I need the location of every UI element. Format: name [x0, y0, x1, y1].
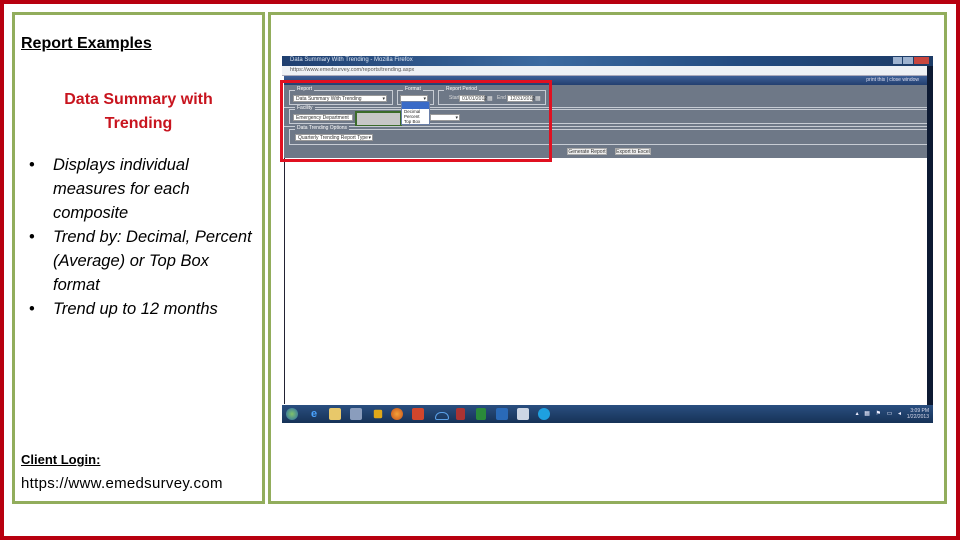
header-links[interactable]: print this | close window — [866, 77, 919, 83]
list-item-text: Trend up to 12 months — [53, 300, 218, 318]
window-controls — [893, 57, 929, 64]
system-clock[interactable]: 3:09 PM 1/22/2013 — [907, 408, 929, 420]
address-bar[interactable]: https://www.emedsurvey.com/reports/trend… — [282, 66, 927, 76]
internet-explorer-icon[interactable]: e — [308, 408, 320, 420]
access-icon[interactable] — [456, 408, 465, 420]
description-panel: Report Examples Data Summary with Trendi… — [12, 12, 265, 504]
report-viewport — [284, 158, 928, 404]
url-text: https://www.emedsurvey.com/reports/trend… — [290, 67, 415, 73]
window-frame — [927, 66, 933, 407]
close-button[interactable] — [913, 57, 929, 64]
outlook-icon[interactable] — [496, 408, 508, 420]
list-item-text: Trend by: Decimal, Percent (Average) or … — [53, 228, 252, 294]
onedrive-icon[interactable] — [435, 412, 449, 420]
list-item: • Trend by: Decimal, Percent (Average) or… — [25, 225, 260, 297]
notepad-icon[interactable] — [517, 408, 529, 420]
export-excel-button[interactable]: Export to Excel — [615, 148, 651, 155]
media-player-icon[interactable] — [373, 409, 383, 419]
generate-report-button[interactable]: Generate Report — [567, 148, 607, 155]
section-heading: Report Examples — [21, 35, 152, 52]
maximize-button[interactable] — [903, 57, 913, 64]
subtitle-line-1: Data Summary with — [64, 91, 213, 108]
client-login-link[interactable]: https://www.emedsurvey.com — [21, 475, 223, 492]
bullet-icon: • — [29, 228, 35, 246]
paint-icon[interactable] — [350, 408, 362, 420]
skype-icon[interactable] — [538, 408, 550, 420]
system-tray-icons[interactable]: ▴ ▦ ⚑ ▭ ◂ — [856, 410, 903, 417]
start-orb-icon[interactable] — [286, 408, 298, 420]
windows-taskbar: e ▴ ▦ ⚑ ▭ ◂ 3:09 PM 1/22/2013 — [282, 405, 933, 423]
window-title: Data Summary With Trending - Mozilla Fir… — [290, 57, 413, 63]
subtitle-line-2: Trending — [104, 115, 173, 132]
excel-icon[interactable] — [476, 408, 486, 420]
bullet-icon: • — [29, 300, 35, 318]
bullet-icon: • — [29, 156, 35, 174]
report-subtitle: Data Summary with Trending — [15, 88, 262, 136]
client-login-label: Client Login: — [21, 452, 101, 467]
powerpoint-icon[interactable] — [412, 408, 424, 420]
highlight-box — [280, 80, 552, 162]
feature-list: • Displays individual measures for each c… — [25, 153, 260, 321]
list-item: • Displays individual measures for each c… — [25, 153, 260, 225]
list-item: • Trend up to 12 months — [25, 297, 260, 321]
minimize-button[interactable] — [893, 57, 903, 64]
list-item-text: Displays individual measures for each co… — [53, 156, 190, 222]
clock-date: 1/22/2013 — [906, 414, 929, 420]
firefox-icon[interactable] — [391, 408, 403, 420]
window-titlebar: Data Summary With Trending - Mozilla Fir… — [282, 56, 933, 66]
file-explorer-icon[interactable] — [329, 408, 341, 420]
